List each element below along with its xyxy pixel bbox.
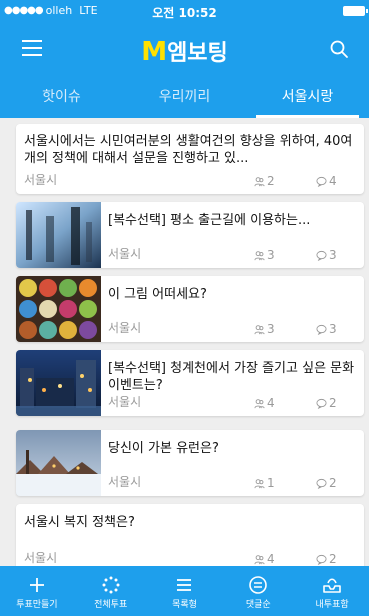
- poll-card[interactable]: 당신이 가본 유런은? 서울시 1 2: [16, 430, 364, 496]
- comment-bubble-icon: [316, 554, 327, 565]
- poll-title: 서울시에서는 시민여러분의 생활여건의 향상을 위하여, 40여개의 정책에 대…: [24, 134, 353, 166]
- list-icon: [177, 579, 192, 591]
- poll-title: 당신이 가본 유런은?: [108, 441, 219, 456]
- people-icon: [254, 176, 265, 186]
- people-icon: [254, 554, 265, 564]
- participants-count: 4: [254, 396, 275, 410]
- poll-title: 이 그림 어떠세요?: [108, 287, 207, 302]
- people-icon: [254, 398, 265, 408]
- participants-count: 2: [254, 174, 275, 188]
- logo-letter: M: [141, 37, 168, 67]
- comments-count: 2: [316, 476, 337, 490]
- poll-source: 서울시: [108, 247, 142, 261]
- poll-source: 서울시: [24, 551, 58, 565]
- poll-thumbnail-winter-town: [16, 430, 101, 496]
- comments-count: 2: [316, 396, 337, 410]
- tab-hot-issue[interactable]: 핫이슈: [0, 76, 123, 118]
- comment-bubble-icon: [316, 250, 327, 261]
- comment-bubble-icon: [316, 478, 327, 489]
- comments-count: 2: [316, 552, 337, 566]
- comment-bubble-icon: [316, 398, 327, 409]
- comment-bubble-icon: [316, 176, 327, 187]
- search-icon[interactable]: [329, 39, 349, 59]
- status-time: 오전 10:52: [152, 6, 217, 20]
- people-icon: [254, 478, 265, 488]
- nav-by-comments[interactable]: 댓글순: [221, 566, 295, 616]
- plus-icon: [29, 578, 44, 592]
- people-icon: [254, 250, 265, 260]
- poll-card[interactable]: 서울시에서는 시민여러분의 생활여건의 향상을 위하여, 40여개의 정책에 대…: [16, 124, 364, 194]
- tab-among-us[interactable]: 우리끼리: [123, 76, 246, 118]
- poll-card[interactable]: [복수선택] 청계천에서 가장 즐기고 싶은 문화이벤트는? 서울시 4 2: [16, 350, 364, 416]
- tab-seoul-city[interactable]: 서울시랑: [246, 76, 369, 118]
- participants-count: 3: [254, 322, 275, 336]
- nav-create-poll[interactable]: 투표만들기: [0, 566, 74, 616]
- comment-icon: [249, 576, 268, 594]
- poll-card[interactable]: [복수선택] 평소 출근길에 이용하는... 서울시 3 3: [16, 202, 364, 268]
- poll-title: 서울시 복지 정책은?: [24, 515, 135, 530]
- comments-count: 4: [316, 174, 337, 188]
- poll-source: 서울시: [108, 321, 142, 335]
- nav-my-polls[interactable]: 내투표함: [295, 566, 369, 616]
- tab-bar: 핫이슈 우리끼리 서울시랑: [0, 76, 369, 118]
- poll-thumbnail-colorful-buttons: [16, 276, 101, 342]
- app-title: M엠보팅: [0, 35, 369, 67]
- poll-source: 서울시: [108, 395, 142, 409]
- app-title-text: 엠보팅: [167, 41, 228, 66]
- poll-card[interactable]: 이 그림 어떠세요? 서울시 3 3: [16, 276, 364, 342]
- participants-count: 1: [254, 476, 275, 490]
- dots-circle-icon: [102, 576, 120, 594]
- poll-title: [복수선택] 청계천에서 가장 즐기고 싶은 문화이벤트는?: [108, 361, 355, 393]
- comments-count: 3: [316, 322, 337, 336]
- bottom-nav: 투표만들기 전체투표 목록형 댓글순 내투표함: [0, 566, 369, 616]
- status-bar: ●●●●● olleh LTE 오전 10:52: [0, 0, 369, 22]
- poll-source: 서울시: [108, 475, 142, 489]
- poll-title: [복수선택] 평소 출근길에 이용하는...: [108, 213, 311, 228]
- poll-thumbnail-commuters: [16, 202, 101, 268]
- participants-count: 4: [254, 552, 275, 566]
- comment-bubble-icon: [316, 324, 327, 335]
- nav-all-polls[interactable]: 전체투표: [74, 566, 148, 616]
- nav-list-view[interactable]: 목록형: [148, 566, 222, 616]
- poll-card[interactable]: 서울시 복지 정책은? 서울시 4 2: [16, 504, 364, 566]
- battery-icon: [343, 6, 368, 16]
- poll-source: 서울시: [24, 173, 58, 187]
- app-bar: M엠보팅: [0, 22, 369, 76]
- inbox-icon: [323, 578, 341, 593]
- people-icon: [254, 324, 265, 334]
- participants-count: 3: [254, 248, 275, 262]
- poll-thumbnail-cheonggyecheon: [16, 350, 101, 416]
- poll-list: 서울시에서는 시민여러분의 생활여건의 향상을 위하여, 40여개의 정책에 대…: [0, 118, 369, 566]
- comments-count: 3: [316, 248, 337, 262]
